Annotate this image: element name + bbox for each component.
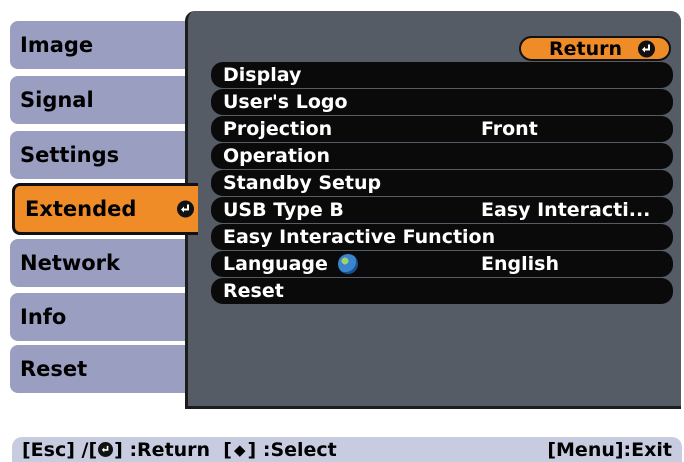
- tab-label: Extended: [25, 197, 137, 221]
- tab-network[interactable]: Network: [10, 239, 190, 287]
- tab-label: Settings: [20, 143, 120, 167]
- help-esc-text: [Esc] /[: [22, 438, 98, 461]
- menu-item-usb-type-b[interactable]: USB Type B Easy Interacti...: [211, 197, 673, 223]
- menu-item-value: Easy Interacti...: [481, 199, 651, 221]
- up-down-arrows-icon: ◆: [234, 440, 246, 459]
- tab-label: Image: [20, 33, 94, 57]
- tab-reset[interactable]: Reset: [10, 345, 190, 393]
- help-return-text: ] :Return [: [114, 438, 232, 461]
- tab-label: Info: [20, 305, 67, 329]
- help-bar-left: [Esc] /[ ] :Return [ ◆ ] :Select: [22, 439, 337, 461]
- menu-item-reset[interactable]: Reset: [211, 278, 673, 304]
- menu-item-label: Reset: [223, 280, 284, 302]
- menu-item-standby-setup[interactable]: Standby Setup: [211, 170, 673, 196]
- help-select-text: ] :Select: [247, 438, 337, 461]
- tab-settings[interactable]: Settings: [10, 131, 190, 179]
- tab-signal[interactable]: Signal: [10, 76, 190, 124]
- menu-item-operation[interactable]: Operation: [211, 143, 673, 169]
- menu-item-label: Language: [223, 253, 328, 275]
- globe-icon: [337, 254, 358, 274]
- menu-item-label: USB Type B: [223, 199, 344, 221]
- menu-item-projection[interactable]: Projection Front: [211, 116, 673, 142]
- menu-item-label: Display: [223, 64, 302, 86]
- menu-item-display[interactable]: Display: [211, 62, 673, 88]
- menu-item-label: Standby Setup: [223, 172, 382, 194]
- enter-icon: [177, 200, 194, 218]
- help-exit-text: [Menu]:Exit: [547, 438, 672, 461]
- menu-item-label: User's Logo: [223, 91, 348, 113]
- enter-icon: [98, 442, 114, 457]
- tab-label: Reset: [20, 357, 88, 381]
- menu-item-value: Front: [481, 118, 538, 140]
- menu-item-label: Projection: [223, 118, 333, 140]
- menu-item-value: English: [481, 253, 559, 275]
- menu-item-label: Easy Interactive Function: [223, 226, 496, 248]
- menu-item-language[interactable]: Language English: [211, 251, 673, 277]
- menu-item-users-logo[interactable]: User's Logo: [211, 89, 673, 115]
- return-button[interactable]: Return: [519, 36, 671, 61]
- tab-image[interactable]: Image: [10, 21, 190, 69]
- tab-extended[interactable]: Extended: [12, 183, 198, 235]
- tab-info[interactable]: Info: [10, 293, 190, 341]
- enter-icon: [638, 40, 655, 57]
- tab-label: Signal: [20, 88, 94, 112]
- return-label: Return: [549, 37, 623, 60]
- tab-label: Network: [20, 251, 121, 275]
- menu-item-easy-interactive-function[interactable]: Easy Interactive Function: [211, 224, 673, 250]
- menu-item-label: Operation: [223, 145, 331, 167]
- help-bar: [Esc] /[ ] :Return [ ◆ ] :Select [Menu]:…: [12, 437, 682, 462]
